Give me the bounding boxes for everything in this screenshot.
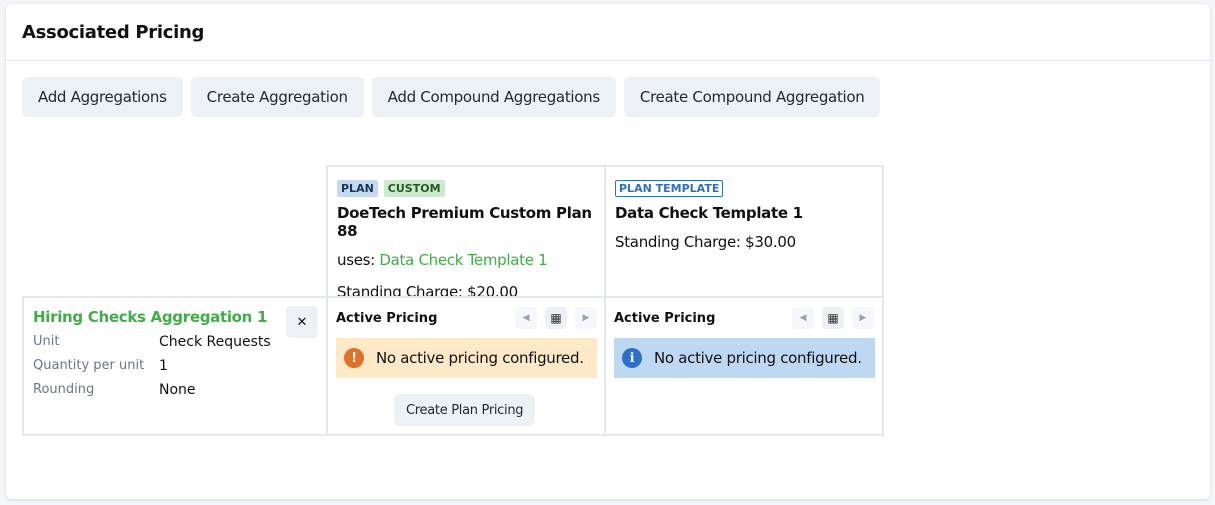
- plan-tag: PLAN: [337, 180, 378, 197]
- alert-text: No active pricing configured.: [376, 349, 584, 367]
- create-compound-aggregation-button[interactable]: Create Compound Aggregation: [623, 77, 881, 117]
- field-value: None: [159, 382, 196, 398]
- create-plan-pricing-button[interactable]: Create Plan Pricing: [394, 394, 536, 426]
- info-alert: i No active pricing configured.: [614, 338, 875, 378]
- create-aggregation-button[interactable]: Create Aggregation: [190, 77, 364, 117]
- field-value: 1: [159, 358, 168, 374]
- info-icon: i: [622, 348, 642, 368]
- add-aggregations-button[interactable]: Add Aggregations: [22, 77, 183, 117]
- custom-tag: CUSTOM: [383, 180, 445, 197]
- next-icon[interactable]: ▶: [575, 307, 597, 329]
- calendar-icon[interactable]: ▦: [545, 307, 567, 329]
- warning-alert: ! No active pricing configured.: [336, 338, 597, 378]
- alert-text: No active pricing configured.: [654, 349, 862, 367]
- rounding-row: Rounding None: [33, 382, 317, 398]
- plan-header-cell: PLAN CUSTOM DoeTech Premium Custom Plan 8…: [326, 165, 607, 301]
- plan-template-header-cell: PLAN TEMPLATE Data Check Template 1 Stan…: [604, 165, 884, 299]
- close-icon: ✕: [296, 314, 308, 330]
- unit-row: Unit Check Requests: [33, 334, 317, 350]
- template-link[interactable]: Data Check Template 1: [379, 251, 547, 269]
- quantity-row: Quantity per unit 1: [33, 358, 317, 374]
- aggregation-cell: Hiring Checks Aggregation 1 ✕ Unit Check …: [22, 296, 328, 436]
- page-title: Associated Pricing: [22, 22, 205, 43]
- uses-label: uses:: [337, 251, 375, 269]
- field-label: Rounding: [33, 382, 95, 397]
- template-name: Data Check Template 1: [615, 204, 803, 222]
- prev-icon[interactable]: ◀: [792, 307, 814, 329]
- field-label: Unit: [33, 334, 60, 349]
- calendar-icon[interactable]: ▦: [822, 307, 844, 329]
- plan-name: DoeTech Premium Custom Plan 88: [337, 204, 592, 240]
- plan-pricing-cell: Active Pricing ◀ ▦ ▶ ! No active pricing…: [326, 296, 607, 436]
- field-value: Check Requests: [159, 334, 271, 350]
- add-compound-aggregations-button[interactable]: Add Compound Aggregations: [371, 77, 616, 117]
- active-pricing-label: Active Pricing: [336, 311, 438, 326]
- prev-icon[interactable]: ◀: [515, 307, 537, 329]
- field-label: Quantity per unit: [33, 358, 145, 373]
- next-icon[interactable]: ▶: [852, 307, 874, 329]
- plan-template-tag: PLAN TEMPLATE: [615, 180, 724, 197]
- standing-charge: Standing Charge: $30.00: [615, 233, 796, 251]
- remove-aggregation-button[interactable]: ✕: [286, 306, 318, 338]
- active-pricing-label: Active Pricing: [614, 311, 716, 326]
- template-pricing-cell: Active Pricing ◀ ▦ ▶ i No active pricing…: [604, 296, 884, 436]
- warning-icon: !: [344, 348, 364, 368]
- aggregation-name[interactable]: Hiring Checks Aggregation 1: [33, 308, 317, 326]
